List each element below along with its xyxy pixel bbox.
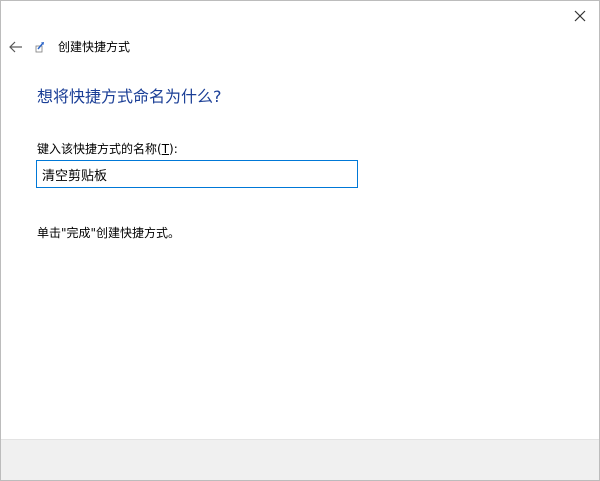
- back-arrow-icon: [9, 41, 22, 53]
- shortcut-wizard-icon: [35, 42, 44, 53]
- create-shortcut-dialog: 创建快捷方式 想将快捷方式命名为什么? 键入该快捷方式的名称(T): 单击"完成…: [0, 0, 600, 481]
- close-button[interactable]: [569, 5, 591, 27]
- label-hotkey: T: [161, 142, 170, 156]
- label-suffix: ):: [169, 142, 178, 156]
- dialog-title: 创建快捷方式: [58, 40, 131, 54]
- shortcut-name-input[interactable]: [36, 160, 358, 188]
- name-field-label: 键入该快捷方式的名称(T):: [37, 141, 178, 157]
- back-button[interactable]: [5, 37, 27, 57]
- page-heading: 想将快捷方式命名为什么?: [37, 87, 222, 106]
- label-text: 键入该快捷方式的名称(: [37, 142, 162, 156]
- finish-hint: 单击"完成"创建快捷方式。: [37, 226, 181, 240]
- close-icon: [574, 10, 586, 22]
- footer-bar: [1, 439, 599, 480]
